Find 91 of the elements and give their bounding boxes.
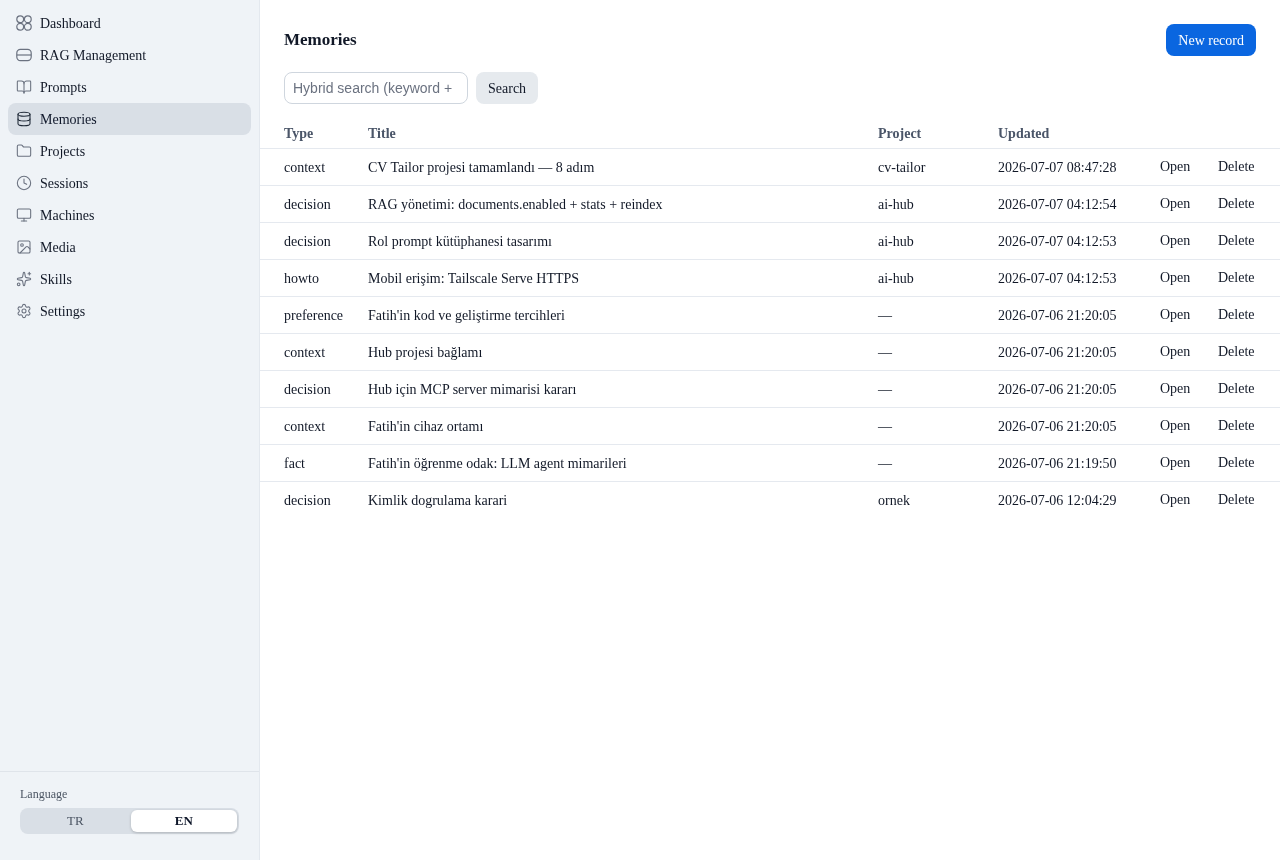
- table-cell-text: —: [878, 417, 892, 436]
- delete-button[interactable]: Delete: [1218, 303, 1255, 325]
- delete-button[interactable]: Delete: [1218, 377, 1255, 399]
- column-header: Project: [878, 125, 923, 143]
- image-icon: [16, 239, 32, 255]
- language-option[interactable]: EN: [130, 810, 237, 832]
- table-cell-text: ai-hub: [878, 269, 914, 288]
- sidebar-item[interactable]: Dashboard: [8, 7, 251, 39]
- table-cell-text: Hub projesi bağlamı: [368, 343, 483, 362]
- table-cell-text: ai-hub: [878, 195, 914, 214]
- search-button[interactable]: Search: [476, 72, 539, 104]
- table-cell-text: 2026-07-06 21:19:50: [998, 454, 1117, 473]
- open-button[interactable]: Open: [1160, 414, 1191, 436]
- tray-icon: [16, 47, 32, 63]
- table-cell-text: 2026-07-07 04:12:54: [998, 195, 1117, 214]
- clock-icon: [16, 175, 32, 191]
- column-header: Title: [368, 125, 397, 143]
- table-cell-text: 2026-07-07 04:12:53: [998, 269, 1117, 288]
- open-button[interactable]: Open: [1160, 155, 1191, 177]
- table-cell-text: Mobil erişim: Tailscale Serve HTTPS: [368, 269, 580, 288]
- search-field[interactable]: Hybrid search (keyword +: [284, 72, 468, 104]
- table-cell-text: context: [284, 158, 326, 177]
- folder-icon: [16, 143, 32, 159]
- table-cell-text: —: [878, 306, 892, 325]
- sidebar-item[interactable]: Prompts: [8, 71, 251, 103]
- table-cell-text: fact: [284, 454, 305, 473]
- table-cell-text: context: [284, 343, 326, 362]
- open-button[interactable]: Open: [1160, 377, 1191, 399]
- delete-button[interactable]: Delete: [1218, 414, 1255, 436]
- open-button[interactable]: Open: [1160, 489, 1191, 510]
- table-cell-text: decision: [284, 195, 331, 214]
- language-option[interactable]: TR: [22, 810, 129, 832]
- table-cell-text: decision: [284, 232, 331, 251]
- sidebar-item[interactable]: Projects: [8, 135, 251, 167]
- grid-icon: [16, 15, 32, 31]
- open-button[interactable]: Open: [1160, 340, 1191, 362]
- sidebar-item[interactable]: Media: [8, 231, 251, 263]
- delete-button[interactable]: Delete: [1218, 489, 1255, 510]
- table-cell-text: Kimlik dogrulama karari: [368, 492, 508, 510]
- sidebar-item[interactable]: Memories: [8, 103, 251, 135]
- table-cell-text: 2026-07-06 12:04:29: [998, 492, 1117, 510]
- open-button[interactable]: Open: [1160, 192, 1191, 214]
- delete-button[interactable]: Delete: [1218, 155, 1255, 177]
- column-header: Updated: [998, 125, 1051, 143]
- delete-button[interactable]: Delete: [1218, 266, 1255, 288]
- open-button[interactable]: Open: [1160, 229, 1191, 251]
- table-cell-text: —: [878, 380, 892, 399]
- table-cell-text: RAG yönetimi: documents.enabled + stats + reindex: [368, 195, 663, 214]
- table-cell-text: context: [284, 417, 326, 436]
- table-cell-text: 2026-07-06 21:20:05: [998, 343, 1117, 362]
- database-icon: [16, 111, 32, 127]
- book-icon: [16, 79, 32, 95]
- table-cell-text: Rol prompt kütüphanesi tasarımı: [368, 232, 552, 251]
- page-title: Memories: [284, 29, 357, 51]
- delete-button[interactable]: Delete: [1218, 340, 1255, 362]
- table-cell-text: 2026-07-07 04:12:53: [998, 232, 1117, 251]
- table-cell-text: ai-hub: [878, 232, 914, 251]
- table-cell-text: decision: [284, 380, 331, 399]
- sidebar-item[interactable]: Sessions: [8, 167, 251, 199]
- sparkles-icon: [16, 271, 32, 287]
- table-cell-text: cv-tailor: [878, 158, 926, 177]
- table-cell-text: 2026-07-06 21:20:05: [998, 380, 1117, 399]
- sidebar-item[interactable]: RAG Management: [8, 39, 251, 71]
- language-label: Language: [20, 786, 69, 802]
- table-cell-text: —: [878, 343, 892, 362]
- table-cell-text: ornek: [878, 492, 910, 510]
- delete-button[interactable]: Delete: [1218, 192, 1255, 214]
- table-cell-text: 2026-07-06 21:20:05: [998, 417, 1117, 436]
- sidebar-item[interactable]: Skills: [8, 263, 251, 295]
- table-cell-text: —: [878, 454, 892, 473]
- open-button[interactable]: Open: [1160, 303, 1191, 325]
- settings-icon: [16, 303, 32, 319]
- sidebar-item[interactable]: Machines: [8, 199, 251, 231]
- table-cell-text: Fatih'in kod ve geliştirme tercihleri: [368, 306, 565, 325]
- table-cell-text: CV Tailor projesi tamamlandı — 8 adım: [368, 158, 595, 177]
- delete-button[interactable]: Delete: [1218, 451, 1255, 473]
- delete-button[interactable]: Delete: [1218, 229, 1255, 251]
- table-cell-text: 2026-07-07 08:47:28: [998, 158, 1117, 177]
- table-cell-text: Hub için MCP server mimarisi kararı: [368, 380, 577, 399]
- open-button[interactable]: Open: [1160, 451, 1191, 473]
- monitor-icon: [16, 207, 32, 223]
- sidebar-item[interactable]: Settings: [8, 295, 251, 327]
- new-record-button[interactable]: New record: [1166, 24, 1256, 56]
- open-button[interactable]: Open: [1160, 266, 1191, 288]
- table-cell-text: howto: [284, 269, 319, 288]
- column-header: Type: [284, 125, 315, 143]
- table-cell-text: Fatih'in öğrenme odak: LLM agent mimarileri: [368, 454, 627, 473]
- table-cell-text: preference: [284, 306, 344, 325]
- table-cell-text: Fatih'in cihaz ortamı: [368, 417, 484, 436]
- table-cell-text: 2026-07-06 21:20:05: [998, 306, 1117, 325]
- table-cell-text: decision: [284, 492, 331, 510]
